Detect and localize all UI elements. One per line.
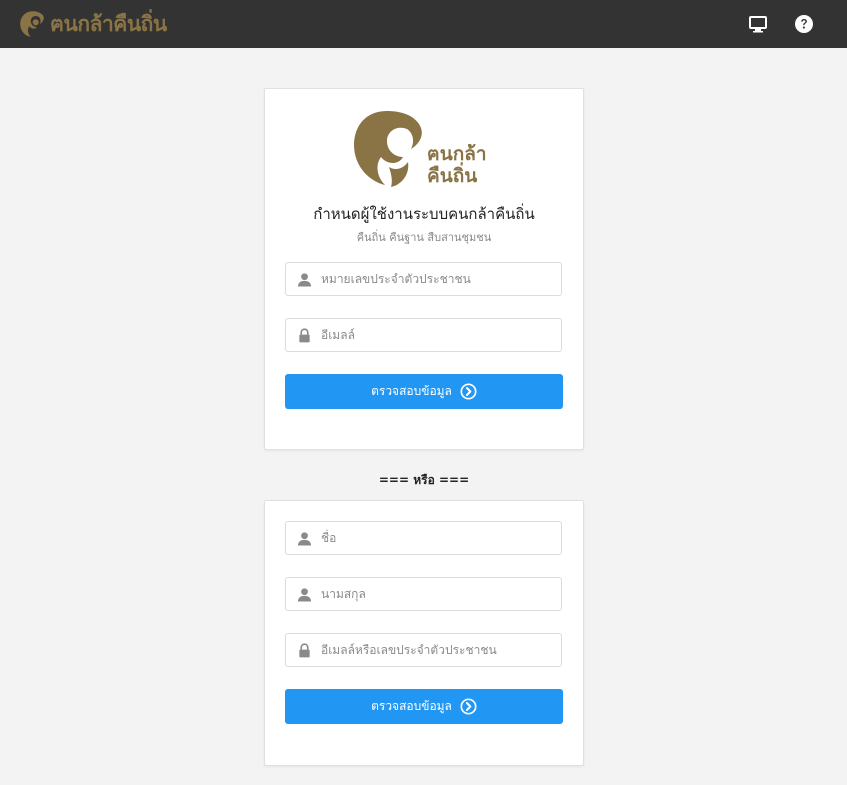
user-icon [297, 588, 312, 602]
logo-text-line-1: ฅนกล้า [427, 143, 487, 165]
citizen-id-input[interactable] [321, 263, 557, 295]
verify-button-label: ตรวจสอบข้อมูล [371, 384, 452, 398]
brand-name: ฅนกล้าคืนถิ่น [50, 11, 167, 36]
or-divider: === หรือ === [378, 473, 470, 487]
brand-logo[interactable]: ฅนกล้าคืนถิ่น [18, 7, 167, 41]
page-title: กำหนดผู้ใช้งานระบบคนกล้าคืนถิ่น [313, 205, 535, 223]
id-lookup-card: ฅนกล้า คืนถิ่น กำหนดผู้ใช้งานระบบคนกล้าค… [264, 88, 584, 450]
email-or-id-input[interactable] [321, 634, 557, 666]
top-navbar: ฅนกล้าคืนถิ่น [0, 0, 847, 48]
email-field[interactable] [285, 318, 562, 352]
last-name-input[interactable] [321, 578, 557, 610]
verify-name-button-label: ตรวจสอบข้อมูล [371, 699, 452, 713]
lock-icon [299, 328, 310, 343]
logo-text-line-2: คืนถิ่น [427, 165, 478, 187]
last-name-field[interactable] [285, 577, 562, 611]
email-input[interactable] [321, 319, 557, 351]
citizen-id-field[interactable] [285, 262, 562, 296]
name-lookup-card: ตรวจสอบข้อมูล [264, 500, 584, 766]
lock-icon [299, 643, 310, 658]
hand-logo-icon [354, 111, 422, 187]
brand-hand-icon [20, 11, 44, 37]
main-logo: ฅนกล้า คืนถิ่น [351, 107, 501, 191]
monitor-icon[interactable] [748, 14, 768, 34]
verify-name-button[interactable]: ตรวจสอบข้อมูล [285, 689, 563, 724]
first-name-field[interactable] [285, 521, 562, 555]
page-subtitle: คืนถิ่น คืนฐาน สืบสานชุมชน [356, 231, 492, 244]
user-icon [297, 273, 312, 287]
user-icon [297, 532, 312, 546]
help-icon[interactable] [794, 14, 814, 34]
email-or-id-field[interactable] [285, 633, 562, 667]
first-name-input[interactable] [321, 522, 557, 554]
verify-button[interactable]: ตรวจสอบข้อมูล [285, 374, 563, 409]
chevron-circle-right-icon [460, 698, 477, 715]
chevron-circle-right-icon [460, 383, 477, 400]
